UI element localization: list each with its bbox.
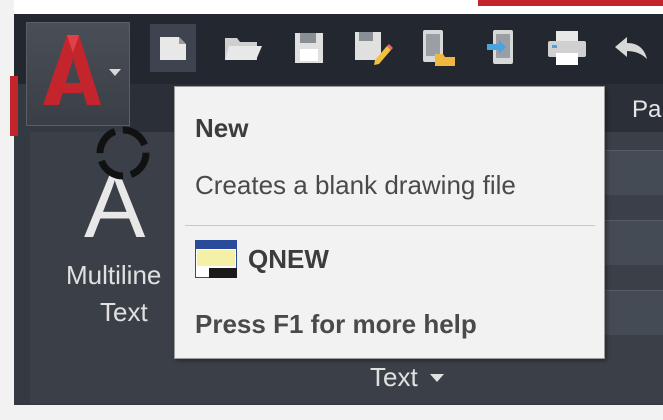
chevron-down-icon — [109, 69, 121, 76]
open-from-mobile-button[interactable] — [414, 24, 460, 72]
tooltip: New Creates a blank drawing file QNEW Pr… — [174, 86, 605, 359]
window-bottom-border — [0, 405, 663, 420]
undo-button[interactable] — [608, 24, 654, 72]
window-left-border — [0, 0, 14, 420]
ribbon-control[interactable] — [600, 150, 663, 195]
new-icon — [160, 37, 186, 60]
save-icon — [295, 33, 323, 63]
multiline-text-label-line2[interactable]: Text — [100, 297, 148, 328]
qnew-command-icon — [195, 240, 237, 278]
ribbon-tab-partial[interactable]: Pa — [632, 96, 661, 124]
open-button[interactable] — [220, 24, 266, 72]
tooltip-title: New — [195, 113, 249, 143]
autocad-logo-icon — [43, 35, 101, 105]
window-left-accent — [10, 76, 18, 136]
open-from-mobile-icon — [423, 30, 455, 66]
save-as-button[interactable] — [350, 24, 396, 72]
chevron-down-icon — [429, 373, 444, 382]
save-to-mobile-icon — [487, 30, 513, 64]
undo-icon — [615, 37, 647, 59]
ribbon-control[interactable] — [600, 220, 663, 265]
new-button[interactable] — [150, 24, 196, 72]
application-menu-button[interactable] — [26, 22, 130, 126]
window-accent-bar — [478, 0, 663, 6]
save-to-mobile-button[interactable] — [480, 24, 526, 72]
busy-cursor-icon — [96, 126, 150, 180]
text-panel-title[interactable]: Text — [370, 362, 444, 393]
open-icon — [225, 38, 262, 60]
text-panel-label: Text — [370, 362, 418, 392]
save-as-icon — [355, 32, 393, 65]
plot-icon — [548, 31, 586, 65]
plot-button[interactable] — [544, 24, 590, 72]
ribbon-control[interactable] — [600, 290, 663, 335]
save-button[interactable] — [286, 24, 332, 72]
tooltip-help: Press F1 for more help — [195, 309, 477, 339]
tooltip-command: QNEW — [248, 244, 329, 274]
tooltip-description: Creates a blank drawing file — [195, 170, 516, 200]
multiline-text-label[interactable]: Multiline — [66, 260, 176, 291]
tooltip-divider — [185, 225, 595, 226]
